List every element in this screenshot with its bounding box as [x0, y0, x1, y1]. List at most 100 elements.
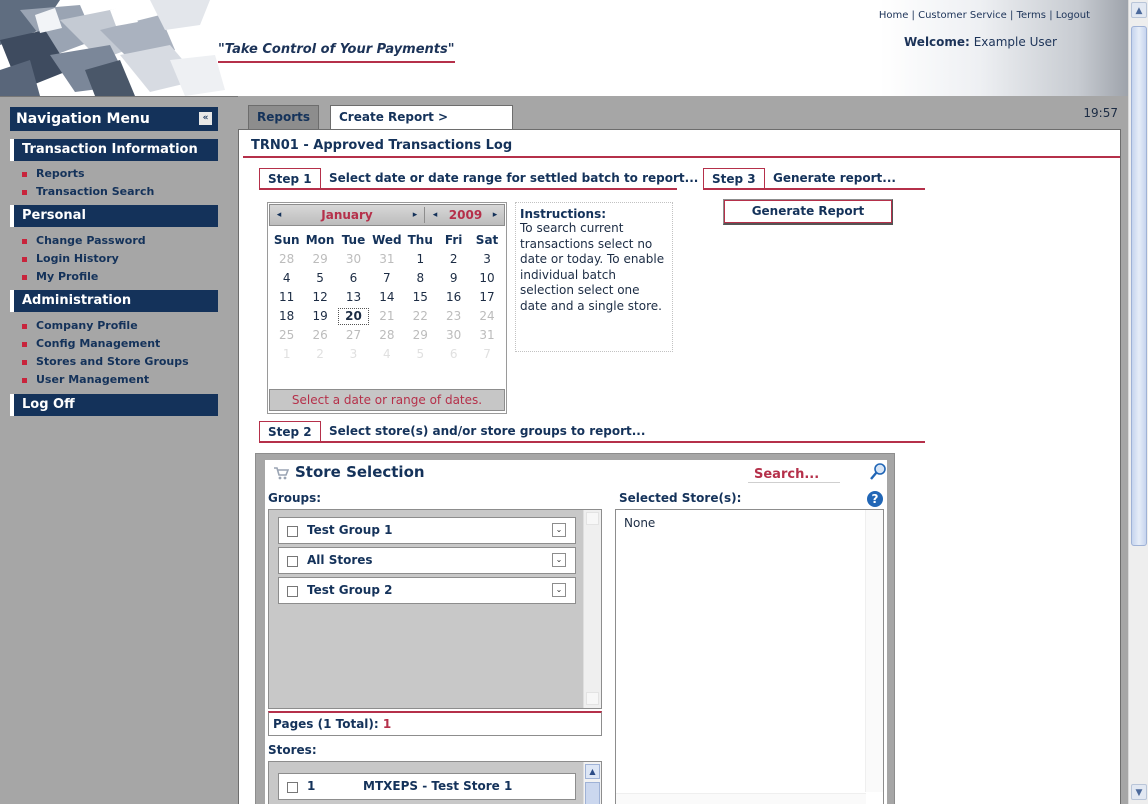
page-scrollbar[interactable]: ▲ ▼ — [1128, 0, 1148, 804]
calendar-day[interactable]: 14 — [370, 288, 403, 307]
section-personal[interactable]: Personal — [10, 205, 218, 227]
calendar-day[interactable]: 26 — [303, 326, 336, 345]
weekday-label: Wed — [372, 233, 402, 247]
calendar-month[interactable]: January — [272, 207, 422, 223]
calendar-day[interactable]: 7 — [370, 269, 403, 288]
selected-horizontal-scrollbar[interactable] — [616, 793, 866, 804]
company-logo — [0, 0, 232, 96]
calendar-day[interactable]: 24 — [470, 307, 503, 326]
search-input[interactable]: Search... — [748, 467, 840, 483]
calendar-day[interactable]: 6 — [437, 345, 470, 364]
calendar-day[interactable]: 17 — [470, 288, 503, 307]
group-checkbox[interactable] — [287, 526, 298, 537]
expand-icon[interactable]: ⌄ — [552, 553, 566, 567]
help-icon[interactable]: ? — [867, 491, 883, 507]
calendar-day[interactable]: 30 — [337, 250, 370, 269]
calendar-day[interactable]: 15 — [404, 288, 437, 307]
sidebar-item-label: Login History — [36, 252, 119, 265]
calendar-day[interactable]: 11 — [270, 288, 303, 307]
calendar-day[interactable]: 5 — [404, 345, 437, 364]
sidebar-item-company-profile[interactable]: Company Profile — [22, 317, 138, 335]
home-link[interactable]: Home — [879, 10, 909, 21]
calendar-day[interactable]: 27 — [337, 326, 370, 345]
calendar-day[interactable]: 31 — [470, 326, 503, 345]
tab-reports[interactable]: Reports — [248, 105, 320, 129]
scroll-down-icon[interactable]: ▼ — [1131, 784, 1147, 800]
sidebar-item-stores-and-store-groups[interactable]: Stores and Store Groups — [22, 353, 189, 371]
group-checkbox[interactable] — [287, 556, 298, 567]
calendar-day[interactable]: 1 — [270, 345, 303, 364]
section-log-off[interactable]: Log Off — [10, 394, 218, 416]
calendar-day[interactable]: 9 — [437, 269, 470, 288]
scrollbar-thumb[interactable] — [585, 782, 600, 804]
calendar-day[interactable]: 16 — [437, 288, 470, 307]
next-month-icon[interactable]: ▸ — [410, 207, 420, 223]
calendar-day[interactable]: 1 — [404, 250, 437, 269]
logout-link[interactable]: Logout — [1056, 10, 1090, 21]
sidebar-item-my-profile[interactable]: My Profile — [22, 268, 98, 286]
calendar-day[interactable]: 2 — [303, 345, 336, 364]
calendar-day[interactable]: 3 — [337, 345, 370, 364]
calendar-day[interactable]: 3 — [470, 250, 503, 269]
scroll-up-icon[interactable]: ▲ — [585, 764, 600, 779]
calendar-day[interactable]: 4 — [370, 345, 403, 364]
store-selection-panel: Store Selection Search... Groups: Select… — [255, 453, 895, 804]
sidebar-item-user-management[interactable]: User Management — [22, 371, 149, 389]
calendar-day[interactable]: 22 — [404, 307, 437, 326]
calendar-day[interactable]: 12 — [303, 288, 336, 307]
sidebar-item-transaction-search[interactable]: Transaction Search — [22, 183, 155, 201]
section-transaction-information[interactable]: Transaction Information — [10, 139, 218, 161]
calendar-day[interactable]: 4 — [270, 269, 303, 288]
groups-scrollbar[interactable] — [583, 510, 601, 708]
scroll-up-icon[interactable] — [586, 512, 599, 525]
calendar-day[interactable]: 29 — [404, 326, 437, 345]
section-administration[interactable]: Administration — [10, 290, 218, 312]
calendar-day[interactable]: 13 — [337, 288, 370, 307]
sidebar-item-config-management[interactable]: Config Management — [22, 335, 160, 353]
terms-link[interactable]: Terms — [1017, 10, 1046, 21]
customer-service-link[interactable]: Customer Service — [918, 10, 1007, 21]
selected-vertical-scrollbar[interactable] — [865, 510, 883, 792]
collapse-icon[interactable]: « — [199, 112, 212, 125]
calendar-day[interactable]: 6 — [337, 269, 370, 288]
top-links: Home | Customer Service | Terms | Logout — [878, 10, 1090, 21]
calendar-day[interactable]: 30 — [437, 326, 470, 345]
calendar-day[interactable]: 25 — [270, 326, 303, 345]
sidebar-item-change-password[interactable]: Change Password — [22, 232, 146, 250]
generate-report-button[interactable]: Generate Report — [723, 199, 893, 225]
calendar-day[interactable]: 8 — [404, 269, 437, 288]
search-icon[interactable] — [869, 462, 887, 482]
calendar-day[interactable]: 23 — [437, 307, 470, 326]
sidebar-item-label: Transaction Search — [36, 185, 155, 198]
calendar-day-today[interactable]: 20 — [337, 307, 370, 326]
calendar-day[interactable]: 19 — [303, 307, 336, 326]
calendar-day[interactable]: 5 — [303, 269, 336, 288]
weekday-label: Thu — [407, 233, 433, 247]
calendar-day[interactable]: 28 — [270, 250, 303, 269]
store-checkbox[interactable] — [287, 782, 298, 793]
calendar-day[interactable]: 28 — [370, 326, 403, 345]
calendar-week: 25 26 27 28 29 30 31 — [270, 326, 504, 345]
calendar-day[interactable]: 2 — [437, 250, 470, 269]
calendar-day[interactable]: 10 — [470, 269, 503, 288]
scroll-down-icon[interactable] — [586, 692, 599, 705]
step1-divider — [259, 188, 677, 190]
sidebar-item-reports[interactable]: Reports — [22, 165, 85, 183]
tab-create-report[interactable]: Create Report > TRN01x — [330, 105, 513, 146]
next-year-icon[interactable]: ▸ — [490, 207, 500, 223]
calendar-day[interactable]: 29 — [303, 250, 336, 269]
scrollbar-thumb[interactable] — [1131, 26, 1147, 546]
scroll-up-icon[interactable]: ▲ — [1131, 2, 1147, 18]
calendar-day[interactable]: 18 — [270, 307, 303, 326]
stores-scrollbar[interactable]: ▲ — [583, 762, 601, 804]
bullet-icon — [22, 324, 27, 329]
group-checkbox[interactable] — [287, 586, 298, 597]
calendar-day[interactable]: 21 — [370, 307, 403, 326]
step1-text: Select date or date range for settled ba… — [329, 171, 699, 185]
calendar-day[interactable]: 31 — [370, 250, 403, 269]
calendar-day[interactable]: 7 — [470, 345, 503, 364]
page-number[interactable]: 1 — [383, 717, 391, 731]
expand-icon[interactable]: ⌄ — [552, 523, 566, 537]
sidebar-item-login-history[interactable]: Login History — [22, 250, 119, 268]
expand-icon[interactable]: ⌄ — [552, 583, 566, 597]
